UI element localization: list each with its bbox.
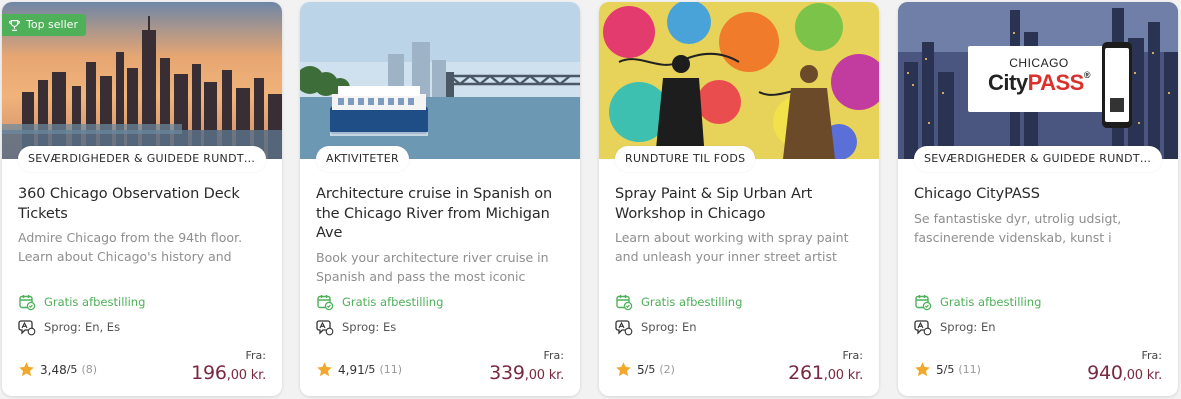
card-title[interactable]: Spray Paint & Sip Urban Art Workshop in … [615,185,865,224]
card-title[interactable]: Architecture cruise in Spanish on the Ch… [316,185,566,244]
citypass-logo-reg: ® [1083,70,1091,80]
from-label: Fra: [842,349,864,362]
languages-label: Sprog: Es [342,320,397,334]
free-cancellation: Gratis afbestilling [615,293,742,311]
rating-max: /5 [943,363,955,376]
price: 196,00 kr. [191,362,266,387]
from-label: Fra: [543,349,565,362]
card-image-citypass[interactable]: CHICAGO CityPASS® [898,2,1178,159]
price-integer: 261 [788,362,824,384]
languages-label: Sprog: En [641,320,697,334]
free-cancellation-label: Gratis afbestilling [44,295,146,309]
river-cruise-image [300,2,580,159]
star-icon [19,362,34,377]
top-seller-label: Top seller [26,18,78,31]
speech-globe-icon [18,320,36,336]
price-block: Fra: 196,00 kr. [191,349,266,387]
review-count: (11) [958,363,981,376]
free-cancellation-label: Gratis afbestilling [641,295,743,309]
rating: 5 /5 (2) [615,361,675,378]
rating-value: 4,91 [338,362,365,377]
graffiti-workshop-image [599,2,879,159]
activity-card[interactable]: RUNDTURE TIL FODS Spray Paint & Sip Urba… [599,2,879,396]
languages-label: Sprog: En, Es [44,320,121,334]
star-icon [317,362,332,377]
rating-value: 5 [637,362,645,377]
activity-card[interactable]: CHICAGO CityPASS® SEVÆRDIGHEDER & GUIDED… [898,2,1178,396]
free-cancellation: Gratis afbestilling [18,293,145,311]
price-decimal: ,00 kr. [1122,368,1162,383]
price: 339,00 kr. [489,362,564,387]
rating: 3,48 /5 (8) [18,361,97,378]
rating-max: /5 [364,363,376,376]
free-cancellation: Gratis afbestilling [316,293,443,311]
price-integer: 339 [489,362,525,384]
languages-label: Sprog: En [940,320,996,334]
rating: 5 /5 (11) [914,361,981,378]
activity-card-row: Top seller SEVÆRDIGHEDER & GUIDEDE RUNDT… [0,0,1181,399]
card-image-skyline-sunset[interactable]: Top seller [2,2,282,159]
card-image-river-cruise[interactable] [300,2,580,159]
rating-max: /5 [66,363,78,376]
price-integer: 196 [191,362,227,384]
price-block: Fra: 339,00 kr. [489,349,564,387]
activity-card[interactable]: Top seller SEVÆRDIGHEDER & GUIDEDE RUNDT… [2,2,282,396]
top-seller-badge: Top seller [2,14,86,36]
price-decimal: ,00 kr. [823,368,863,383]
free-cancellation-label: Gratis afbestilling [342,295,444,309]
review-count: (8) [81,363,98,376]
rating-value: 5 [936,362,944,377]
languages: Sprog: En [914,318,996,336]
calendar-check-icon [19,295,36,311]
card-description: Se fantastiske dyr, utrolig udsigt, fasc… [914,210,1122,245]
card-description: Learn about working with spray paint and… [615,230,849,264]
citypass-logo: CityPASS® [970,70,1108,96]
price: 940,00 kr. [1087,362,1162,387]
languages: Sprog: Es [316,318,396,336]
card-image-graffiti-workshop[interactable] [599,2,879,159]
rating: 4,91 /5 (11) [316,361,402,378]
category-pill: RUNDTURE TIL FODS [615,146,756,172]
card-description: Book your architecture river cruise in S… [316,249,549,284]
citypass-logo-city: City [988,70,1028,95]
languages: Sprog: En, Es [18,318,120,336]
calendar-check-icon [915,295,932,311]
speech-globe-icon [914,320,932,336]
price-block: Fra: 940,00 kr. [1087,349,1162,387]
activity-card[interactable]: AKTIVITETER Architecture cruise in Spani… [300,2,580,396]
languages: Sprog: En [615,318,697,336]
star-icon [915,362,930,377]
citypass-logo-top: CHICAGO [1009,56,1069,70]
calendar-check-icon [616,295,633,311]
price: 261,00 kr. [788,362,863,387]
calendar-check-icon [317,295,334,311]
rating-max: /5 [644,363,656,376]
free-cancellation: Gratis afbestilling [914,293,1041,311]
price-integer: 940 [1087,362,1123,384]
citypass-logo-pass: PASS [1027,70,1085,95]
star-icon [616,362,631,377]
price-decimal: ,00 kr. [226,368,266,383]
trophy-icon [9,19,20,31]
price-decimal: ,00 kr. [524,368,564,383]
speech-globe-icon [316,320,334,336]
from-label: Fra: [245,349,267,362]
category-pill: SEVÆRDIGHEDER & GUIDEDE RUNDTURE [914,146,1162,172]
from-label: Fra: [1141,349,1163,362]
free-cancellation-label: Gratis afbestilling [940,295,1042,309]
review-count: (2) [659,363,675,376]
rating-value: 3,48 [40,362,67,377]
category-pill: AKTIVITETER [316,146,409,172]
review-count: (11) [379,363,403,376]
category-pill: SEVÆRDIGHEDER & GUIDEDE RUNDTURE [18,146,266,172]
card-title[interactable]: 360 Chicago Observation Deck Tickets [18,185,268,224]
card-description: Admire Chicago from the 94th floor. Lear… [18,230,243,264]
speech-globe-icon [615,320,633,336]
price-block: Fra: 261,00 kr. [788,349,863,387]
card-title[interactable]: Chicago CityPASS [914,185,1164,205]
